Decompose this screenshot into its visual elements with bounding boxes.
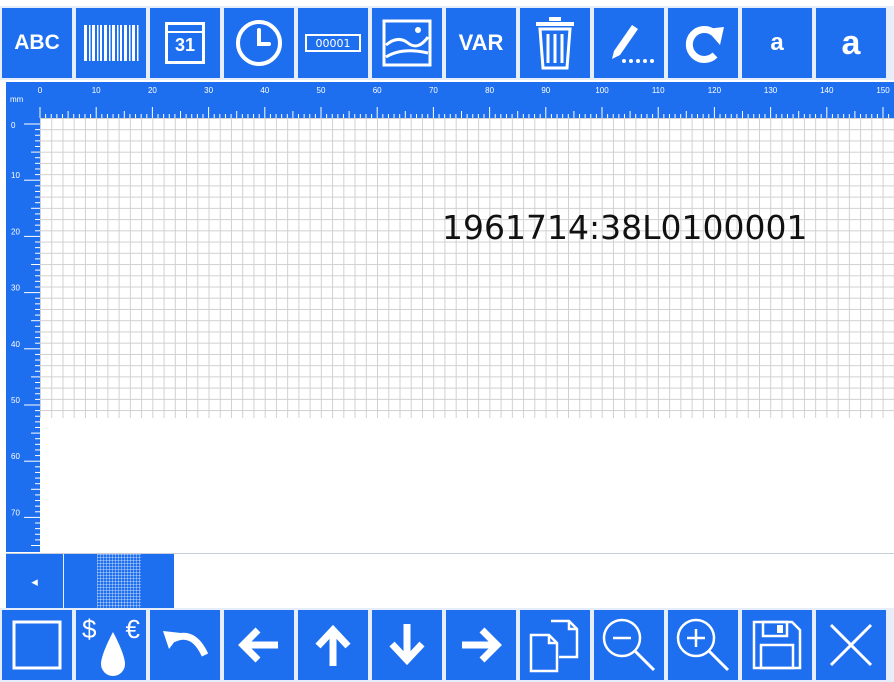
vertical-ruler-label: 40 <box>11 340 20 349</box>
trash-icon <box>536 17 574 70</box>
copy-button[interactable] <box>518 608 592 682</box>
vertical-ruler: 0 10 20 30 40 50 60 70 <box>6 118 40 552</box>
square-icon <box>12 620 62 670</box>
arrow-left-icon <box>238 627 278 663</box>
move-up-button[interactable] <box>296 608 370 682</box>
rotate-tool-button[interactable] <box>666 6 740 80</box>
horizontal-ruler-ticks <box>39 107 890 118</box>
time-tool-button[interactable] <box>222 6 296 80</box>
calendar-day-label: 31 <box>174 35 196 55</box>
horizontal-ruler-label: 150 <box>876 86 890 95</box>
horizontal-scrollbar[interactable]: ◂ <box>6 553 894 609</box>
close-icon <box>829 623 873 667</box>
scroll-left-button[interactable]: ◂ <box>6 554 64 609</box>
bottom-toolbar: $ € <box>0 608 894 682</box>
move-down-button[interactable] <box>370 608 444 682</box>
calendar-icon: 31 <box>165 22 205 64</box>
horizontal-ruler-label: 30 <box>204 86 213 95</box>
image-icon <box>382 19 432 67</box>
top-toolbar: ABC 31 00001 VAR a a <box>0 6 894 80</box>
horizontal-ruler-label: 90 <box>541 86 550 95</box>
zoom-out-button[interactable] <box>592 608 666 682</box>
move-left-button[interactable] <box>222 608 296 682</box>
horizontal-ruler-label: 140 <box>820 86 834 95</box>
vertical-ruler-label: 50 <box>11 396 20 405</box>
horizontal-ruler-label: 10 <box>92 86 101 95</box>
horizontal-ruler-label: 110 <box>652 86 665 95</box>
canvas-empty-area[interactable] <box>40 418 894 552</box>
edit-tool-button[interactable] <box>592 6 666 80</box>
ruler-unit-label: mm <box>10 95 24 104</box>
font-large-icon: a <box>841 23 861 62</box>
scroll-thumb-grip <box>97 554 141 609</box>
horizontal-ruler-label: 50 <box>317 86 326 95</box>
vertical-ruler-ticks <box>24 123 40 546</box>
chevron-left-icon: ◂ <box>31 573 38 589</box>
font-small-tool-button[interactable]: a <box>740 6 814 80</box>
horizontal-ruler-label: 130 <box>764 86 778 95</box>
text-abc-icon: ABC <box>14 31 60 54</box>
arrow-right-icon <box>462 627 502 663</box>
image-tool-button[interactable] <box>370 6 444 80</box>
horizontal-ruler-label: 70 <box>429 86 438 95</box>
counter-label: 00001 <box>315 36 351 50</box>
horizontal-ruler: mm 0 10 20 30 40 50 60 70 80 90 100 110 120 130 140 150 <box>6 82 894 118</box>
variable-icon: VAR <box>458 30 504 55</box>
clock-icon <box>236 20 282 66</box>
text-field[interactable]: 1961714:38L0100001 <box>442 208 807 247</box>
save-button[interactable] <box>740 608 814 682</box>
text-tool-button[interactable]: ABC <box>0 6 74 80</box>
pencil-icon <box>612 25 654 63</box>
horizontal-ruler-labels: 0 10 20 30 40 50 60 70 80 90 100 110 120 130 140 150 <box>38 86 890 95</box>
horizontal-ruler-label: 20 <box>148 86 157 95</box>
barcode-icon <box>84 25 139 61</box>
counter-icon: 00001 <box>305 34 361 52</box>
font-small-icon: a <box>770 29 784 56</box>
date-tool-button[interactable]: 31 <box>148 6 222 80</box>
delete-tool-button[interactable] <box>518 6 592 80</box>
variable-tool-button[interactable]: VAR <box>444 6 518 80</box>
barcode-tool-button[interactable] <box>74 6 148 80</box>
vertical-ruler-labels: 0 10 20 30 40 50 60 70 <box>11 121 20 517</box>
ink-cost-button[interactable]: $ € <box>74 608 148 682</box>
counter-tool-button[interactable]: 00001 <box>296 6 370 80</box>
move-right-button[interactable] <box>444 608 518 682</box>
dollar-sign-label: $ <box>82 614 97 644</box>
copy-icon <box>529 619 579 673</box>
rotate-icon <box>685 26 724 63</box>
undo-button[interactable] <box>148 608 222 682</box>
zoom-in-icon <box>676 618 730 672</box>
arrow-up-icon <box>315 624 351 666</box>
label-canvas-grid[interactable]: 1961714:38L0100001 <box>40 118 894 418</box>
vertical-ruler-label: 70 <box>11 508 20 517</box>
scroll-thumb[interactable] <box>64 554 174 609</box>
vertical-ruler-label: 60 <box>11 452 20 461</box>
undo-icon <box>163 631 209 657</box>
horizontal-ruler-label: 120 <box>708 86 722 95</box>
arrow-down-icon <box>389 624 425 666</box>
save-icon <box>752 620 802 670</box>
ink-drop-icon <box>101 632 125 676</box>
vertical-ruler-label: 20 <box>11 227 20 236</box>
horizontal-ruler-label: 100 <box>595 86 609 95</box>
select-box-button[interactable] <box>0 608 74 682</box>
horizontal-ruler-label: 60 <box>373 86 382 95</box>
zoom-in-button[interactable] <box>666 608 740 682</box>
horizontal-ruler-label: 80 <box>485 86 494 95</box>
horizontal-ruler-label: 40 <box>260 86 269 95</box>
horizontal-ruler-label: 0 <box>38 86 43 95</box>
zoom-out-icon <box>602 618 656 672</box>
close-button[interactable] <box>814 608 888 682</box>
font-large-tool-button[interactable]: a <box>814 6 888 80</box>
vertical-ruler-label: 30 <box>11 284 20 293</box>
vertical-ruler-label: 10 <box>11 171 20 180</box>
vertical-ruler-label: 0 <box>11 121 16 130</box>
